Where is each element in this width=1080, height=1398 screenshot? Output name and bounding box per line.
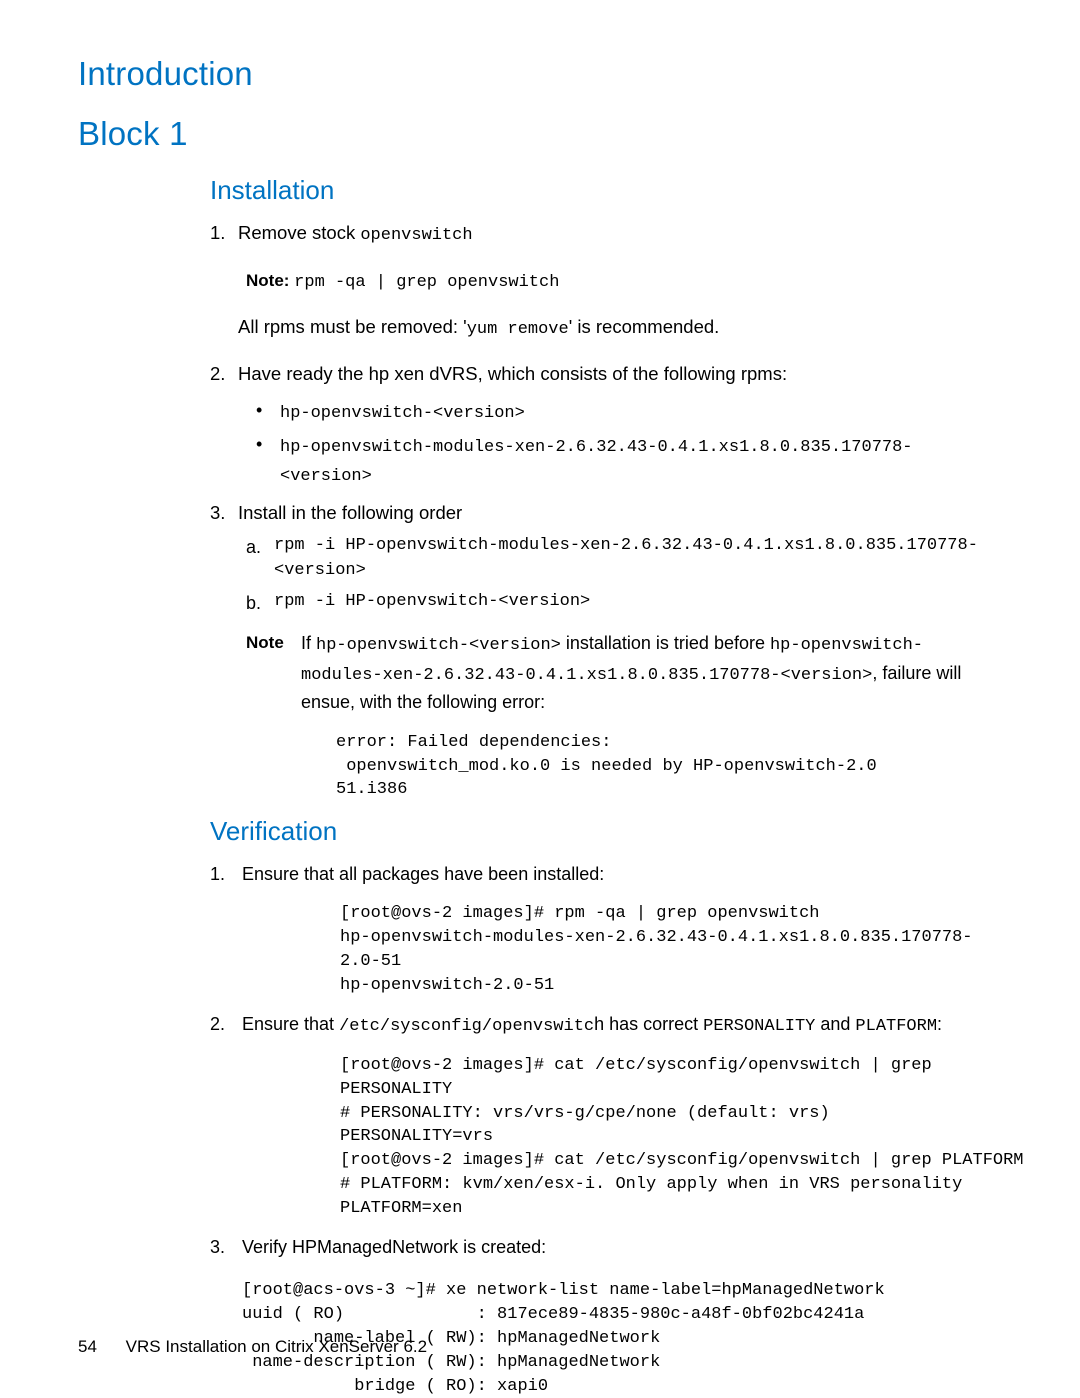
error-code-block: error: Failed dependencies: openvswitch_…: [336, 731, 1002, 802]
heading-introduction: Introduction: [78, 55, 1002, 93]
step2-text: Have ready the hp xen dVRS, which consis…: [238, 363, 787, 384]
verify1-code: [root@ovs-2 images]# rpm -qa | grep open…: [340, 902, 1002, 997]
note2-a: If: [301, 633, 316, 653]
verify2-code3: PLATFORM: [855, 1017, 937, 1036]
step1-code: openvswitch: [360, 226, 472, 245]
heading-verification: Verification: [210, 816, 1002, 847]
install-step-1: Remove stock openvswitch Note: rpm -qa |…: [210, 220, 1002, 343]
note-label-2: Note: [246, 630, 296, 656]
note2-body: If hp-openvswitch-<version> installation…: [301, 630, 997, 717]
bullet-item-1: hp-openvswitch-<version>: [256, 398, 1002, 427]
heading-installation: Installation: [210, 175, 1002, 206]
verify2-code1: /etc/sysconfig/openvswitc: [339, 1017, 594, 1036]
alpha-item-a: rpm -i HP-openvswitch-modules-xen-2.6.32…: [246, 534, 1002, 583]
verify-step-2: Ensure that /etc/sysconfig/openvswitch h…: [210, 1011, 1002, 1220]
bullet1-code: hp-openvswitch-<version>: [280, 404, 525, 423]
install-step-3: Install in the following order rpm -i HP…: [210, 500, 1002, 803]
verify-step-1: Ensure that all packages have been insta…: [210, 861, 1002, 997]
bullet-item-2: hp-openvswitch-modules-xen-2.6.32.43-0.4…: [256, 432, 1002, 489]
verify2-b: h has correct: [594, 1014, 703, 1034]
note-sep-1: :: [284, 271, 294, 290]
bullet2-code: hp-openvswitch-modules-xen-2.6.32.43-0.4…: [280, 438, 913, 486]
page-footer: 54 VRS Installation on Citrix XenServer …: [78, 1337, 427, 1357]
verify2-code2: PERSONALITY: [703, 1017, 815, 1036]
step1-body-a: All rpms must be removed: ': [238, 316, 467, 337]
step1-body-b: ' is recommended.: [569, 316, 720, 337]
note-label-1: Note: [246, 271, 284, 290]
note2-b: installation is tried before: [561, 633, 770, 653]
verify-step-3: Verify HPManagedNetwork is created: [roo…: [210, 1234, 1002, 1398]
install-step-2: Have ready the hp xen dVRS, which consis…: [210, 361, 1002, 490]
step3-text: Install in the following order: [238, 502, 462, 523]
footer-title: VRS Installation on Citrix XenServer 6.2: [126, 1337, 427, 1356]
verify3-text: Verify HPManagedNetwork is created:: [242, 1237, 546, 1257]
verify2-d: :: [937, 1014, 942, 1034]
verify1-text: Ensure that all packages have been insta…: [242, 864, 604, 884]
verify2-c: and: [815, 1014, 855, 1034]
note1-code: rpm -qa | grep openvswitch: [294, 273, 559, 292]
page-number: 54: [78, 1337, 97, 1356]
step1-body-code: yum remove: [467, 320, 569, 339]
verify2-code: [root@ovs-2 images]# cat /etc/sysconfig/…: [340, 1054, 1002, 1221]
step1-text-prefix: Remove stock: [238, 222, 360, 243]
note2-code1: hp-openvswitch-<version>: [316, 636, 561, 655]
verify2-a: Ensure that: [242, 1014, 339, 1034]
heading-block1: Block 1: [78, 115, 1002, 153]
alpha-item-b: rpm -i HP-openvswitch-<version>: [246, 590, 1002, 615]
